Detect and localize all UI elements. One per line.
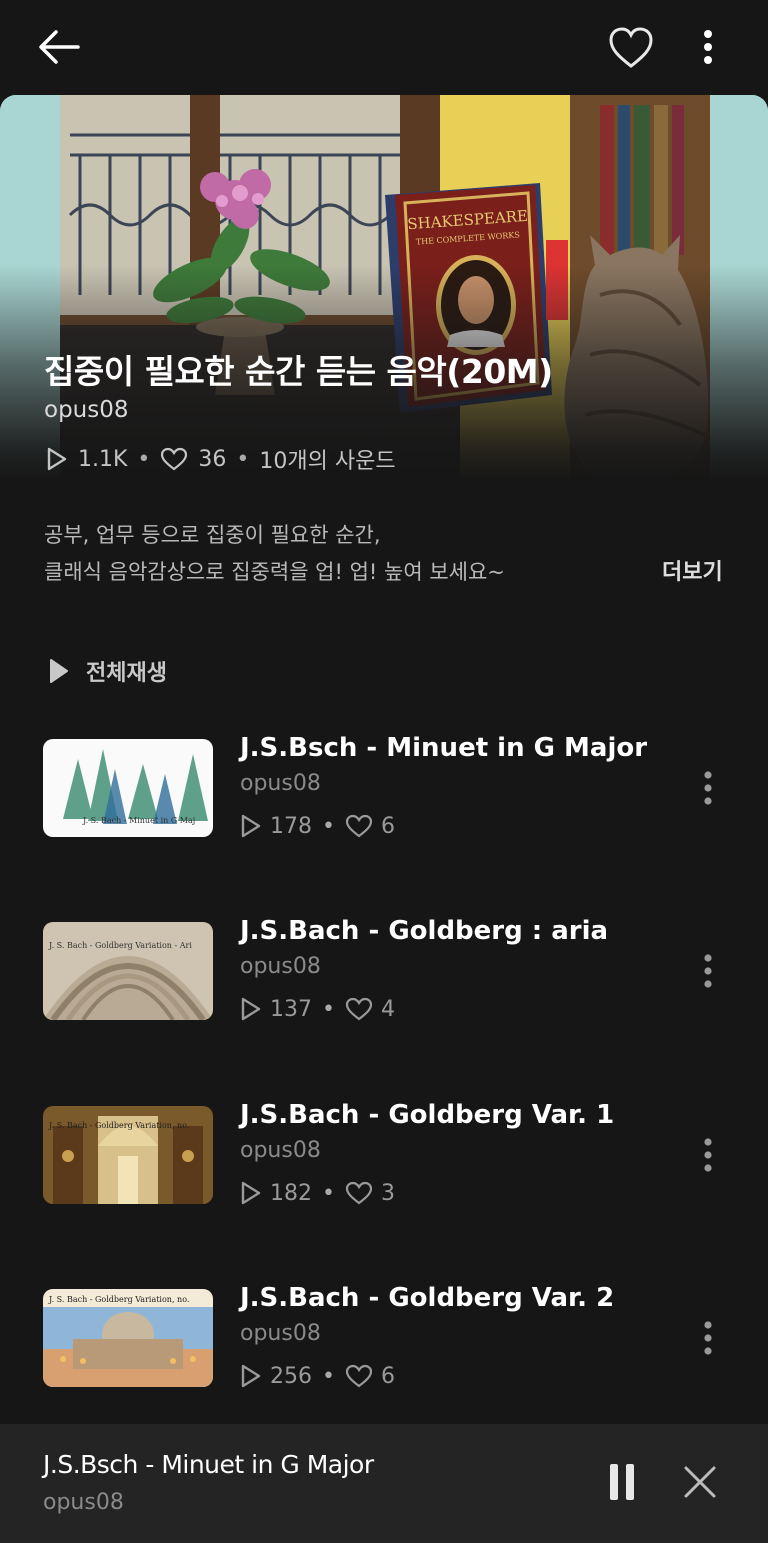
playlist-hero: SHAKESPEARE THE COMPLETE WORKS 집중이 필요한 순… [0,95,768,480]
play-count-icon [241,1364,261,1388]
play-all-label: 전체재생 [86,661,167,686]
like-count: 36 [198,446,227,472]
top-app-bar [0,0,768,95]
close-icon[interactable] [682,1464,718,1500]
play-count-icon [47,447,67,471]
track-stats: 178 • 6 [240,813,395,839]
sound-count: 10개의 사운드 [259,449,396,474]
play-count: 178 [270,813,312,839]
mini-player-artist: opus08 [43,1490,124,1515]
thumb-caption: J. S. Bach - Goldberg Variation, no. [48,1121,189,1130]
more-vertical-icon[interactable] [696,1319,720,1359]
pause-icon[interactable] [606,1462,638,1502]
track-artist: opus08 [240,954,321,979]
separator-dot: • [322,813,335,839]
separator-dot: • [322,996,335,1022]
description-line-2: 클래식 음악감상으로 집중력을 업! 업! 높여 보세요~ [44,560,505,584]
play-count: 256 [270,1363,312,1389]
more-vertical-icon[interactable] [692,28,724,68]
track-thumbnail: J. S. Bach - Minuet in G Maj [43,739,213,837]
thumb-caption: J. S. Bach - Goldberg Variation - Ari [48,941,192,950]
like-count: 4 [380,996,395,1022]
playlist-artist[interactable]: opus08 [44,397,129,423]
heart-outline-icon[interactable] [608,26,654,70]
like-count-icon [161,447,188,471]
play-count-icon [241,814,261,838]
track-title: J.S.Bach - Goldberg : aria [240,916,609,946]
like-count: 6 [380,813,395,839]
playlist-stats: 1.1K • 36 • 10개의 사운드 [46,443,396,475]
more-vertical-icon[interactable] [696,769,720,809]
track-thumbnail: J. S. Bach - Goldberg Variation, no. [43,1289,213,1387]
separator-dot: • [322,1180,335,1206]
play-count-icon [241,1181,261,1205]
description-line-1: 공부, 업무 등으로 집중이 필요한 순간, [44,523,381,547]
track-title: J.S.Bsch - Minuet in G Major [240,733,648,763]
track-artist: opus08 [240,1321,321,1346]
mini-player-title: J.S.Bsch - Minuet in G Major [43,1450,374,1479]
track-row[interactable]: J. S. Bach - Goldberg Variation - Ari J.… [0,916,768,1042]
play-count-icon [241,997,261,1021]
track-title: J.S.Bach - Goldberg Var. 2 [240,1283,615,1313]
track-title: J.S.Bach - Goldberg Var. 1 [240,1100,615,1130]
track-artist: opus08 [240,1138,321,1163]
mini-player[interactable]: J.S.Bsch - Minuet in G Major opus08 [0,1424,768,1543]
like-count: 3 [380,1180,395,1206]
track-stats: 137 • 4 [240,996,395,1022]
play-count: 1.1K [78,446,128,472]
more-vertical-icon[interactable] [696,952,720,992]
thumb-caption: J. S. Bach - Goldberg Variation, no. [48,1295,189,1304]
playlist-description: 공부, 업무 등으로 집중이 필요한 순간, 클래식 음악감상으로 집중력을 업… [44,517,644,591]
track-stats: 182 • 3 [240,1180,395,1206]
track-artist: opus08 [240,771,321,796]
track-row[interactable]: J. S. Bach - Minuet in G Maj J.S.Bsch - … [0,733,768,859]
track-row[interactable]: J. S. Bach - Goldberg Variation, no. J.S… [0,1283,768,1409]
play-all-button[interactable]: 전체재생 [48,655,167,687]
track-row[interactable]: J. S. Bach - Goldberg Variation, no. J.S… [0,1100,768,1226]
play-icon [50,659,68,683]
like-count-icon [345,1181,373,1205]
separator-dot: • [236,446,250,472]
play-count: 137 [270,996,312,1022]
play-count: 182 [270,1180,312,1206]
separator-dot: • [322,1363,335,1389]
like-count-icon [345,997,373,1021]
thumb-caption: J. S. Bach - Minuet in G Maj [82,816,195,825]
track-thumbnail: J. S. Bach - Goldberg Variation, no. [43,1106,213,1204]
separator-dot: • [137,446,151,472]
playlist-title: 집중이 필요한 순간 듣는 음악(20M) [44,352,553,391]
back-arrow-icon[interactable] [36,26,82,68]
track-stats: 256 • 6 [240,1363,395,1389]
track-thumbnail: J. S. Bach - Goldberg Variation - Ari [43,922,213,1020]
more-vertical-icon[interactable] [696,1136,720,1176]
like-count: 6 [380,1363,395,1389]
like-count-icon [345,1364,373,1388]
like-count-icon [345,814,373,838]
description-more-button[interactable]: 더보기 [662,554,723,586]
